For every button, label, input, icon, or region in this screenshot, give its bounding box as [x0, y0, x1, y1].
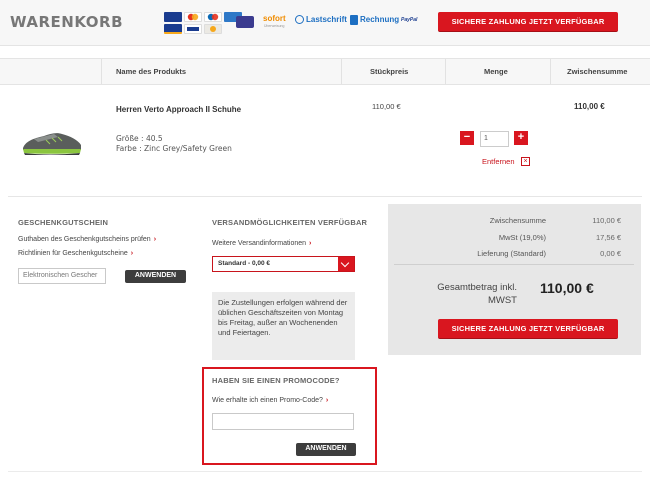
secure-payment-button-top[interactable]: SICHERE ZAHLUNG JETZT VERFÜGBAR: [438, 12, 618, 32]
product-name[interactable]: Herren Verto Approach II Schuhe: [116, 105, 241, 114]
quantity-input[interactable]: 1: [480, 131, 509, 147]
visa-icon: [164, 12, 182, 22]
unit-price: 110,00 €: [372, 102, 401, 111]
column-divider: [550, 59, 551, 84]
shipping-info-label: Weitere Versandinformationen: [212, 240, 307, 247]
quantity-increase-button[interactable]: +: [514, 131, 528, 145]
shipping-title: VERSANDMÖGLICHKEITEN VERFÜGBAR: [212, 218, 368, 227]
gift-card-title: GESCHENKGUTSCHEIN: [18, 218, 109, 227]
shipping-method-value: Standard - 0,00 €: [218, 260, 271, 267]
summary-divider: [394, 264, 634, 265]
chevron-down-icon[interactable]: [338, 257, 354, 271]
chevron-right-icon: ›: [325, 397, 329, 404]
column-subtotal: Zwischensumme: [567, 67, 628, 76]
rechnung-icon: [350, 15, 358, 25]
promo-code-box: HABEN SIE EINEN PROMOCODE? Wie erhalte i…: [202, 367, 377, 465]
visa-classic-icon: [184, 24, 202, 34]
promo-apply-button[interactable]: ANWENDEN: [296, 443, 356, 456]
gift-card-apply-button[interactable]: ANWENDEN: [125, 270, 186, 283]
summary-shipping-value: 0,00 €: [600, 249, 621, 258]
sofort-label: sofort: [263, 14, 286, 23]
maestro-icon: [204, 12, 222, 22]
product-size: Größe : 40.5: [116, 134, 163, 143]
column-quantity: Menge: [484, 67, 508, 76]
promo-info-label: Wie erhalte ich einen Promo-Code?: [212, 397, 323, 404]
column-product-name: Name des Produkts: [116, 67, 187, 76]
lastschrift-icon: [295, 15, 304, 24]
diners-club-icon: [204, 24, 222, 34]
gift-card-check-link[interactable]: Guthaben des Geschenkgutscheins prüfen ›: [18, 236, 156, 243]
product-image[interactable]: [20, 128, 84, 158]
promo-info-link[interactable]: Wie erhalte ich einen Promo-Code? ›: [212, 397, 328, 404]
gift-card-input[interactable]: Elektronischen Gescher: [18, 268, 106, 284]
chevron-right-icon: ›: [309, 240, 312, 247]
page-header: WARENKORB sofort Überweisung Lastschrift…: [0, 0, 650, 46]
summary-shipping-label: Lieferung (Standard): [477, 249, 546, 258]
sofort-sub: Überweisung: [264, 24, 285, 28]
shipping-method-select[interactable]: Standard - 0,00 €: [212, 256, 355, 272]
summary-subtotal-label: Zwischensumme: [489, 216, 546, 225]
remove-icon[interactable]: ×: [521, 157, 530, 166]
gift-card-terms-label: Richtlinien für Geschenkgutscheine: [18, 250, 128, 257]
column-divider: [341, 59, 342, 84]
chevron-right-icon: ›: [130, 250, 134, 257]
visa-electron-icon: [164, 24, 182, 34]
gift-card-terms-link[interactable]: Richtlinien für Geschenkgutscheine ›: [18, 250, 133, 257]
summary-vat-value: 17,56 €: [595, 233, 621, 242]
shipping-info-link[interactable]: Weitere Versandinformationen ›: [212, 240, 311, 247]
row-subtotal: 110,00 €: [574, 102, 605, 111]
paypal-label: PayPal: [401, 17, 418, 23]
section-divider: [8, 196, 642, 197]
footer-divider: [8, 471, 642, 472]
column-divider: [445, 59, 446, 84]
lastschrift-label: Lastschrift: [306, 15, 347, 24]
column-unit-price: Stückpreis: [370, 67, 409, 76]
card-payment-icon: [236, 16, 254, 28]
promo-code-input[interactable]: [212, 413, 354, 430]
gift-card-check-label: Guthaben des Geschenkgutscheins prüfen: [18, 236, 151, 243]
quantity-decrease-button[interactable]: −: [460, 131, 474, 145]
remove-link[interactable]: Entfernen: [482, 157, 515, 166]
promo-title: HABEN SIE EINEN PROMOCODE?: [212, 376, 340, 385]
product-color: Farbe : Zinc Grey/Safety Green: [116, 144, 232, 153]
column-divider: [101, 59, 102, 84]
delivery-notice-text: Die Zustellungen erfolgen während der üb…: [218, 298, 348, 337]
total-value: 110,00 €: [540, 280, 594, 296]
summary-vat-label: MwSt (19,0%): [498, 233, 546, 242]
delivery-notice: Die Zustellungen erfolgen während der üb…: [212, 292, 355, 360]
page-title: WARENKORB: [10, 13, 124, 31]
rechnung-label: Rechnung: [360, 15, 400, 24]
total-label: Gesamtbetrag inkl. MWST: [437, 282, 517, 306]
summary-subtotal-value: 110,00 €: [592, 216, 621, 225]
chevron-right-icon: ›: [153, 236, 157, 243]
secure-payment-button-bottom[interactable]: SICHERE ZAHLUNG JETZT VERFÜGBAR: [438, 319, 618, 339]
cart-table-header: Name des Produkts Stückpreis Menge Zwisc…: [0, 58, 650, 85]
mastercard-icon: [184, 12, 202, 22]
